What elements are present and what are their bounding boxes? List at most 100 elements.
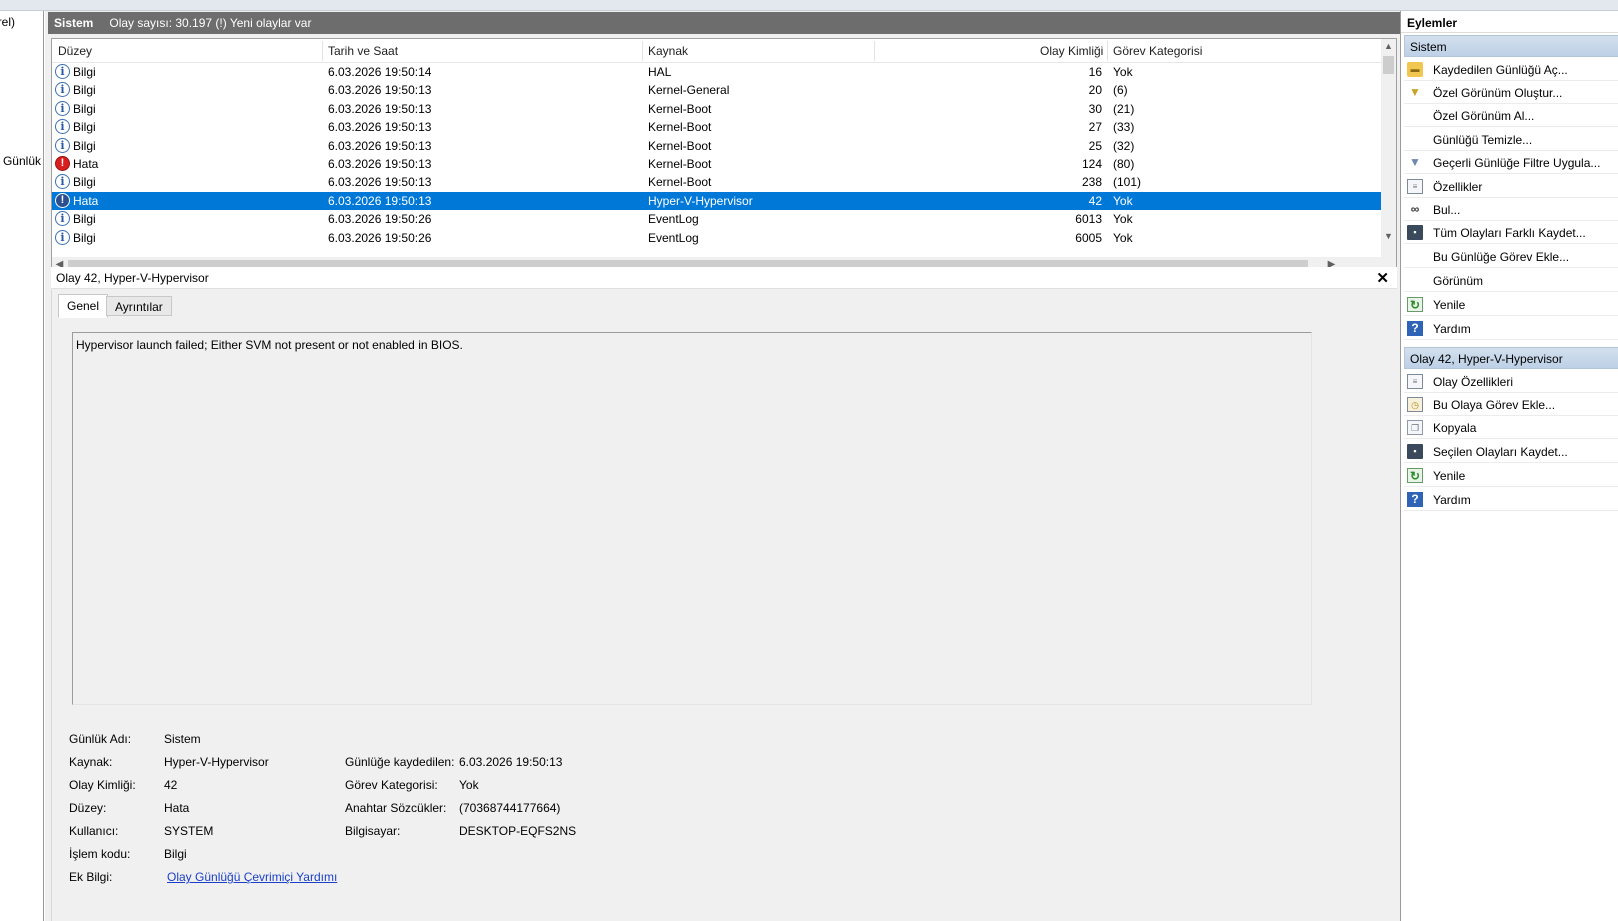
event-detail-pane: Genel Ayrıntılar Hypervisor launch faile…	[51, 290, 1397, 921]
title-bar-strip	[0, 0, 1618, 11]
action-save-selected-events[interactable]: ▪ Seçilen Olayları Kaydet...	[1404, 440, 1618, 463]
user-label: Kullanıcı:	[69, 824, 119, 838]
action-label: Tüm Olayları Farklı Kaydet...	[1433, 226, 1586, 240]
event-source: Hyper-V-Hypervisor	[648, 193, 753, 208]
event-date: 6.03.2026 19:50:13	[328, 193, 432, 208]
action-view[interactable]: Görünüm	[1404, 269, 1618, 292]
event-row[interactable]: i Bilgi 6.03.2026 19:50:13 Kernel-Boot 2…	[52, 137, 1382, 155]
close-icon[interactable]: ✕	[1376, 269, 1389, 287]
level-value: Hata	[164, 801, 190, 815]
info-icon: i	[55, 174, 70, 190]
event-date: 6.03.2026 19:50:14	[328, 65, 432, 79]
logged-label: Günlüğe kaydedilen:	[345, 755, 455, 769]
filter-icon: ▼	[1409, 155, 1421, 169]
column-divider[interactable]	[874, 41, 875, 61]
event-level: Bilgi	[73, 101, 96, 116]
column-header-category[interactable]: Görev Kategorisi	[1113, 44, 1202, 58]
action-find[interactable]: ∞ Bul...	[1404, 198, 1618, 221]
navigation-tree[interactable]: rel) t Günlük	[0, 11, 44, 921]
action-help[interactable]: ? Yardım	[1404, 317, 1618, 340]
log-name-label: Günlük Adı:	[69, 732, 132, 746]
scroll-down-icon[interactable]: ▼	[1381, 229, 1396, 244]
event-category: (21)	[1113, 101, 1135, 116]
column-header-level[interactable]: Düzey	[58, 44, 92, 58]
action-create-custom-view[interactable]: ▼ Özel Görünüm Oluştur...	[1404, 81, 1618, 104]
event-row-selected[interactable]: ! Hata 6.03.2026 19:50:13 Hyper-V-Hyperv…	[52, 191, 1382, 211]
action-open-saved-log[interactable]: ▬ Kaydedilen Günlüğü Aç...	[1404, 58, 1618, 81]
event-level: Bilgi	[73, 65, 96, 79]
action-clear-log[interactable]: Günlüğü Temizle...	[1404, 128, 1618, 151]
detail-title: Olay 42, Hyper-V-Hypervisor	[56, 271, 209, 285]
scroll-up-icon[interactable]: ▲	[1381, 39, 1396, 54]
action-save-all-events[interactable]: ▪ Tüm Olayları Farklı Kaydet...	[1404, 221, 1618, 244]
action-help[interactable]: ? Yardım	[1404, 488, 1618, 511]
help-icon: ?	[1407, 321, 1423, 336]
tree-item-windows-logs[interactable]: t Günlük	[0, 154, 41, 168]
action-label: Özel Görünüm Al...	[1433, 109, 1535, 123]
event-level: Hata	[73, 193, 99, 208]
action-event-properties[interactable]: ≡ Olay Özellikleri	[1404, 370, 1618, 393]
event-category: (33)	[1113, 120, 1135, 135]
column-header-source[interactable]: Kaynak	[648, 44, 688, 58]
event-row[interactable]: i Bilgi 6.03.2026 19:50:13 Kernel-Boot 2…	[52, 118, 1382, 136]
actions-header: Eylemler	[1401, 11, 1618, 33]
column-header-event-id[interactable]: Olay Kimliği	[1040, 44, 1103, 58]
keywords-value: (70368744177664)	[459, 801, 561, 815]
action-filter-current-log[interactable]: ▼ Geçerli Günlüğe Filtre Uygula...	[1404, 151, 1618, 174]
online-help-link[interactable]: Olay Günlüğü Çevrimiçi Yardımı	[167, 870, 337, 884]
user-value: SYSTEM	[164, 824, 214, 838]
scroll-thumb[interactable]	[1383, 56, 1394, 74]
action-copy[interactable]: ❐ Kopyala	[1404, 416, 1618, 439]
column-divider[interactable]	[642, 41, 643, 61]
refresh-icon: ↻	[1407, 468, 1423, 483]
event-level: Bilgi	[73, 175, 96, 190]
logged-value: 6.03.2026 19:50:13	[459, 755, 563, 769]
info-icon: i	[55, 82, 70, 98]
event-row[interactable]: i Bilgi 6.03.2026 19:50:14 HAL 16 Yok	[52, 63, 1382, 81]
column-divider[interactable]	[1107, 41, 1108, 61]
action-label: Yenile	[1433, 298, 1466, 312]
tab-general[interactable]: Genel	[58, 294, 109, 318]
section-log-actions[interactable]: Sistem	[1404, 35, 1618, 57]
section-event-actions[interactable]: Olay 42, Hyper-V-Hypervisor	[1404, 347, 1618, 369]
event-row[interactable]: i Bilgi 6.03.2026 19:50:13 Kernel-Genera…	[52, 81, 1382, 99]
event-row[interactable]: i Bilgi 6.03.2026 19:50:26 EventLog 6005…	[52, 229, 1382, 247]
action-refresh[interactable]: ↻ Yenile	[1404, 464, 1618, 487]
event-level: Bilgi	[73, 120, 96, 135]
event-grid[interactable]: Düzey Tarih ve Saat Kaynak Olay Kimliği …	[51, 38, 1397, 273]
event-id: 20	[1088, 83, 1102, 98]
column-header-date[interactable]: Tarih ve Saat	[328, 44, 398, 58]
event-id: 6005	[1075, 230, 1102, 245]
action-label: Kopyala	[1433, 421, 1477, 435]
action-label: Kaydedilen Günlüğü Aç...	[1433, 63, 1568, 77]
error-icon: !	[55, 192, 70, 208]
log-header-bar: Sistem Olay sayısı: 30.197 (!) Yeni olay…	[48, 12, 1400, 34]
event-row[interactable]: ! Hata 6.03.2026 19:50:13 Kernel-Boot 12…	[52, 155, 1382, 173]
action-label: Yardım	[1433, 493, 1471, 507]
event-level: Bilgi	[73, 83, 96, 98]
event-row[interactable]: i Bilgi 6.03.2026 19:50:13 Kernel-Boot 3…	[52, 100, 1382, 118]
event-category: (32)	[1113, 138, 1135, 153]
event-id-value: 42	[164, 778, 178, 792]
event-row[interactable]: i Bilgi 6.03.2026 19:50:13 Kernel-Boot 2…	[52, 173, 1382, 191]
action-import-custom-view[interactable]: Özel Görünüm Al...	[1404, 104, 1618, 127]
tree-item-custom-views[interactable]: rel)	[0, 15, 15, 29]
action-attach-task-to-log[interactable]: Bu Günlüğe Görev Ekle...	[1404, 245, 1618, 268]
event-source: EventLog	[648, 230, 699, 245]
event-category: (101)	[1113, 175, 1142, 190]
action-properties[interactable]: ≡ Özellikler	[1404, 175, 1618, 198]
event-row[interactable]: i Bilgi 6.03.2026 19:50:26 EventLog 6013…	[52, 210, 1382, 228]
vertical-scrollbar[interactable]: ▲ ▼	[1381, 39, 1396, 257]
event-date: 6.03.2026 19:50:13	[328, 156, 432, 171]
event-date: 6.03.2026 19:50:13	[328, 138, 432, 153]
event-id: 238	[1081, 175, 1102, 190]
action-attach-task-to-event[interactable]: ◷ Bu Olaya Görev Ekle...	[1404, 393, 1618, 416]
tab-details[interactable]: Ayrıntılar	[106, 296, 172, 316]
event-description[interactable]: Hypervisor launch failed; Either SVM not…	[72, 332, 1312, 705]
event-rows: i Bilgi 6.03.2026 19:50:14 HAL 16 Yok i …	[52, 63, 1382, 247]
column-divider[interactable]	[322, 41, 323, 61]
source-value: Hyper-V-Hypervisor	[164, 755, 269, 769]
action-refresh[interactable]: ↻ Yenile	[1404, 293, 1618, 316]
event-date: 6.03.2026 19:50:13	[328, 175, 432, 190]
opcode-value: Bilgi	[164, 847, 187, 861]
